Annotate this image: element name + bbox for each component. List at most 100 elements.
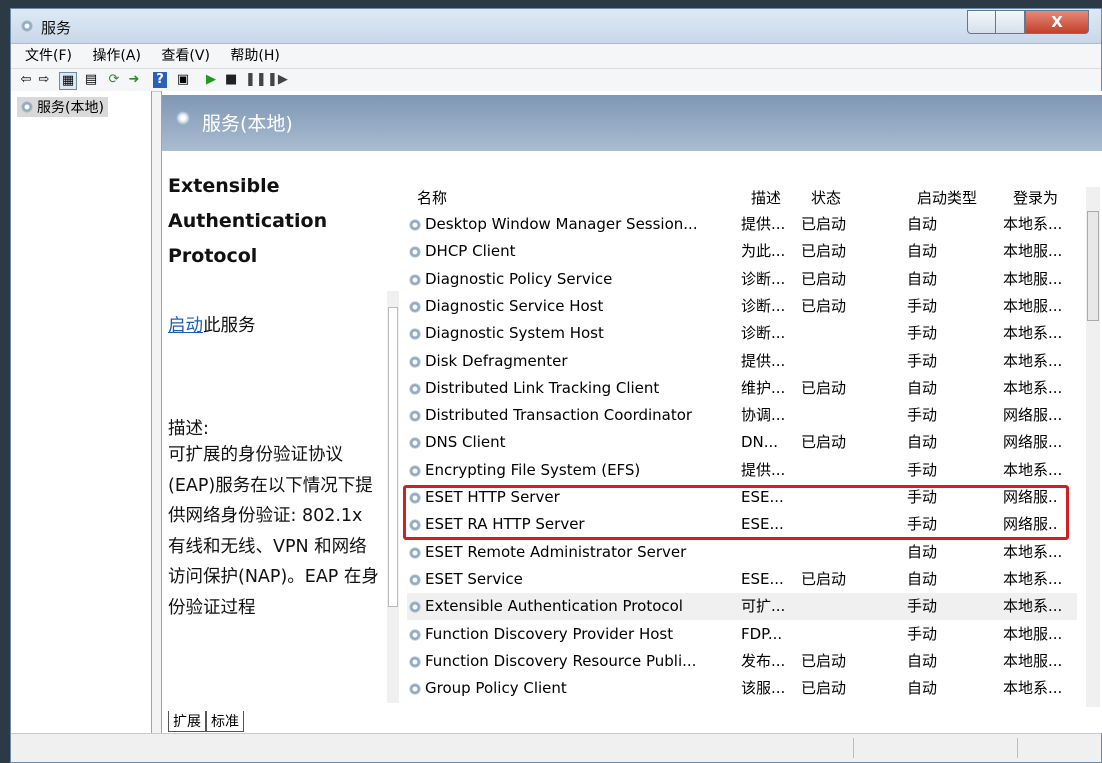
show-tree-icon[interactable]: ▦ <box>59 72 77 90</box>
service-desc: 提供... <box>741 460 786 479</box>
col-name[interactable]: 名称 <box>417 185 447 211</box>
stop-icon[interactable]: ■ <box>225 72 237 88</box>
service-name: ESET Remote Administrator Server <box>425 542 687 561</box>
menu-file[interactable]: 文件(F) <box>25 48 72 64</box>
list-scrollbar[interactable] <box>1086 187 1100 707</box>
toolbar: ⇦ ⇨ ▦ ▤ ⟳ ➜ ? ▣ ▶ ■ ❚❚ ❚▶ <box>11 69 1101 92</box>
description-text: 可扩展的身份验证协议(EAP)服务在以下情况下提供网络身份验证: 802.1x … <box>168 445 379 618</box>
refresh-icon[interactable]: ⟳ <box>107 72 121 88</box>
service-logon: 本地服... <box>1003 296 1063 315</box>
service-name: Diagnostic Policy Service <box>425 269 613 288</box>
service-status: 已启动 <box>801 269 847 288</box>
pause-icon[interactable]: ❚❚ <box>245 72 267 88</box>
minimize-button[interactable] <box>967 10 997 34</box>
gear-icon <box>409 382 421 395</box>
service-logon: 本地服... <box>1003 269 1063 288</box>
gear-icon <box>409 300 421 313</box>
restart-icon[interactable]: ❚▶ <box>267 72 288 88</box>
tree-pane: 服务(本地) <box>11 91 152 733</box>
start-service-line: 启动此服务 <box>168 312 383 337</box>
service-startup: 自动 <box>907 651 938 670</box>
status-bar <box>11 733 1101 762</box>
close-button[interactable]: X <box>1025 10 1089 34</box>
table-row[interactable]: Diagnostic System Host 诊断... 手动 本地系... <box>407 320 1077 347</box>
status-divider <box>1017 738 1018 758</box>
service-name: Diagnostic Service Host <box>425 296 604 315</box>
view-tabs: 扩展 标准 <box>168 711 244 732</box>
tab-standard[interactable]: 标准 <box>206 711 244 732</box>
service-desc: 提供... <box>741 351 786 370</box>
gear-icon <box>409 464 421 477</box>
table-row[interactable]: DHCP Client 为此... 已启动 自动 本地服... <box>407 238 1077 265</box>
col-startup[interactable]: 启动类型 <box>917 185 977 211</box>
description-label: 描述: <box>168 419 209 439</box>
forward-icon[interactable]: ⇨ <box>37 72 51 88</box>
service-logon: 本地系... <box>1003 597 1063 616</box>
service-startup: 自动 <box>907 378 938 397</box>
play-icon[interactable]: ▶ <box>205 72 217 88</box>
table-row[interactable]: ESET Service ESE... 已启动 自动 本地系... <box>407 566 1077 593</box>
service-name: Function Discovery Resource Publi... <box>425 651 697 670</box>
table-row[interactable]: Encrypting File System (EFS) 提供... 手动 本地系..… <box>407 457 1077 484</box>
service-startup: 自动 <box>907 269 938 288</box>
service-logon: 本地系... <box>1003 215 1063 233</box>
service-startup: 自动 <box>907 679 938 698</box>
service-logon: 本地系... <box>1003 378 1063 397</box>
table-row[interactable]: Desktop Window Manager Session... 提供... 已启… <box>407 211 1077 238</box>
service-desc: 诊断... <box>741 269 786 288</box>
service-desc: 该服... <box>741 679 786 698</box>
service-status: 已启动 <box>801 569 847 588</box>
service-desc: 可扩... <box>741 597 786 616</box>
tab-extended[interactable]: 扩展 <box>168 711 206 732</box>
table-row[interactable]: Distributed Link Tracking Client 维护... 已启动… <box>407 375 1077 402</box>
export-icon[interactable]: ➜ <box>127 72 141 88</box>
service-startup: 自动 <box>907 433 938 452</box>
table-row[interactable]: Function Discovery Provider Host FDP... 手动… <box>407 621 1077 648</box>
service-desc: 协调... <box>741 406 786 425</box>
table-row[interactable]: Function Discovery Resource Publi... 发布..… <box>407 648 1077 675</box>
table-row[interactable]: Diagnostic Policy Service 诊断... 已启动 自动 本地服..… <box>407 266 1077 293</box>
col-desc[interactable]: 描述 <box>751 185 781 211</box>
console-icon[interactable]: ▣ <box>175 72 191 88</box>
service-logon: 本地系... <box>1003 569 1063 588</box>
service-startup: 手动 <box>907 624 938 643</box>
maximize-button[interactable] <box>995 10 1025 34</box>
service-startup: 自动 <box>907 542 938 561</box>
table-row[interactable]: Disk Defragmenter 提供... 手动 本地系... <box>407 348 1077 375</box>
description-scrollbar[interactable] <box>387 291 399 703</box>
service-desc: 诊断... <box>741 296 786 315</box>
service-logon: 本地系... <box>1003 542 1063 561</box>
table-row[interactable]: Distributed Transaction Coordinator 协调...… <box>407 402 1077 429</box>
table-row[interactable]: Diagnostic Service Host 诊断... 已启动 手动 本地服... <box>407 293 1077 320</box>
start-link[interactable]: 启动 <box>168 316 203 336</box>
table-row[interactable]: ESET Remote Administrator Server 自动 本地系... <box>407 539 1077 566</box>
service-desc: FDP... <box>741 624 783 643</box>
table-row[interactable]: DNS Client DN... 已启动 自动 网络服... <box>407 429 1077 456</box>
services-app-icon <box>19 18 35 34</box>
tree-item-services-local[interactable]: 服务(本地) <box>17 97 108 117</box>
service-logon: 本地服... <box>1003 624 1063 643</box>
start-suffix: 此服务 <box>203 316 256 336</box>
back-icon[interactable]: ⇦ <box>19 72 33 88</box>
gear-icon <box>409 328 421 341</box>
service-status: 已启动 <box>801 215 847 233</box>
col-status[interactable]: 状态 <box>811 185 841 211</box>
service-name: DNS Client <box>425 433 506 452</box>
col-logon[interactable]: 登录为 <box>1013 185 1058 211</box>
menu-action[interactable]: 操作(A) <box>92 48 141 64</box>
table-row[interactable]: Extensible Authentication Protocol 可扩... 手… <box>407 593 1077 621</box>
gear-icon <box>409 601 421 614</box>
help-icon[interactable]: ? <box>153 72 167 88</box>
properties-icon[interactable]: ▤ <box>83 72 99 88</box>
service-logon: 网络服... <box>1003 406 1063 425</box>
main-pane: 服务(本地) Extensible Authentication Protoco… <box>161 91 1102 733</box>
menu-view[interactable]: 查看(V) <box>161 48 210 64</box>
menu-help[interactable]: 帮助(H) <box>230 48 279 64</box>
scroll-thumb[interactable] <box>1087 211 1099 321</box>
table-row[interactable]: Group Policy Client 该服... 已启动 自动 本地系... <box>407 675 1077 702</box>
scroll-thumb[interactable] <box>388 307 398 607</box>
service-startup: 自动 <box>907 242 938 261</box>
service-startup: 自动 <box>907 569 938 588</box>
menu-bar: 文件(F) 操作(A) 查看(V) 帮助(H) <box>11 44 1101 69</box>
service-status: 已启动 <box>801 651 847 670</box>
